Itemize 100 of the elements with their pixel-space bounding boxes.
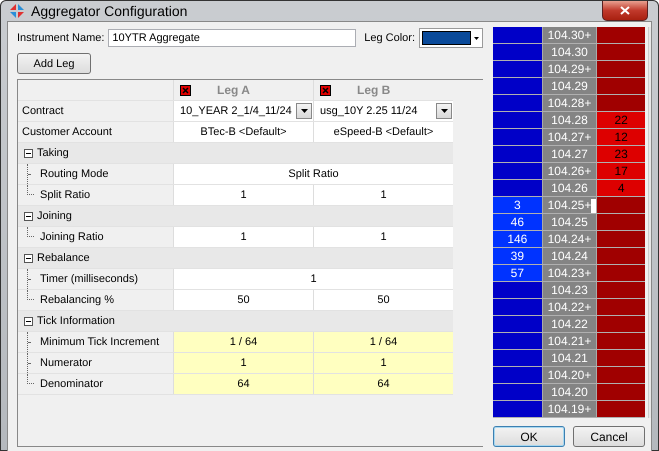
bid-cell[interactable]: 46 bbox=[493, 214, 542, 230]
table-cell[interactable]: 1 bbox=[313, 227, 453, 247]
price-cell[interactable]: 104.24 bbox=[542, 248, 598, 264]
bid-cell[interactable] bbox=[493, 146, 542, 162]
ask-cell[interactable] bbox=[597, 44, 645, 60]
price-cell[interactable]: 104.22+ bbox=[542, 299, 598, 315]
ask-cell[interactable] bbox=[597, 316, 645, 332]
ask-cell[interactable] bbox=[597, 401, 645, 417]
price-cell[interactable]: 104.27 bbox=[542, 146, 598, 162]
price-cell[interactable]: 104.19+ bbox=[542, 401, 598, 417]
close-icon bbox=[620, 6, 630, 15]
bid-cell[interactable] bbox=[493, 282, 542, 298]
close-button[interactable] bbox=[602, 1, 648, 21]
remove-leg-icon[interactable] bbox=[320, 84, 331, 96]
bid-cell[interactable] bbox=[493, 163, 542, 179]
ask-cell[interactable] bbox=[597, 333, 645, 349]
price-cell[interactable]: 104.20 bbox=[542, 384, 598, 400]
ask-cell[interactable] bbox=[597, 299, 645, 315]
price-cell[interactable]: 104.29 bbox=[542, 78, 598, 94]
ask-cell[interactable]: 4 bbox=[597, 180, 645, 196]
add-leg-button[interactable]: Add Leg bbox=[17, 53, 91, 74]
bid-cell[interactable] bbox=[493, 316, 542, 332]
ask-cell[interactable] bbox=[597, 248, 645, 264]
bid-cell[interactable]: 39 bbox=[493, 248, 542, 264]
bid-cell[interactable]: 57 bbox=[493, 265, 542, 281]
ask-cell[interactable] bbox=[597, 197, 645, 213]
ok-button[interactable]: OK bbox=[493, 426, 565, 447]
table-cell[interactable]: 1 / 64 bbox=[173, 332, 313, 352]
bid-cell[interactable] bbox=[493, 333, 542, 349]
bid-cell[interactable] bbox=[493, 78, 542, 94]
contract-dropdown[interactable]: 10_YEAR 2_1/4_11/24 bbox=[173, 101, 313, 121]
price-cell[interactable]: 104.23 bbox=[542, 282, 598, 298]
bid-cell[interactable] bbox=[493, 95, 542, 111]
ask-cell[interactable] bbox=[597, 231, 645, 247]
bid-cell[interactable] bbox=[493, 299, 542, 315]
price-cell[interactable]: 104.21 bbox=[542, 350, 598, 366]
ask-cell[interactable] bbox=[597, 27, 645, 43]
instrument-name-field[interactable]: 10YTR Aggregate bbox=[108, 29, 356, 47]
price-cell[interactable]: 104.22 bbox=[542, 316, 598, 332]
bid-cell[interactable] bbox=[493, 180, 542, 196]
ask-cell[interactable]: 23 bbox=[597, 146, 645, 162]
price-cell[interactable]: 104.24+ bbox=[542, 231, 598, 247]
ask-cell[interactable] bbox=[597, 350, 645, 366]
bid-cell[interactable] bbox=[493, 61, 542, 77]
price-cell[interactable]: 104.28+ bbox=[542, 95, 598, 111]
price-cell[interactable]: 104.27+ bbox=[542, 129, 598, 145]
table-cell[interactable]: Split Ratio bbox=[173, 164, 453, 184]
price-cell[interactable]: 104.25+ bbox=[542, 197, 598, 213]
bid-cell[interactable] bbox=[493, 401, 542, 417]
contract-dropdown[interactable]: usg_10Y 2.25 11/24 bbox=[313, 101, 453, 121]
ask-cell[interactable] bbox=[597, 367, 645, 383]
bid-cell[interactable] bbox=[493, 129, 542, 145]
table-cell[interactable]: 1 bbox=[173, 269, 453, 289]
price-cell[interactable]: 104.30+ bbox=[542, 27, 598, 43]
price-cell[interactable]: 104.26+ bbox=[542, 163, 598, 179]
bid-cell[interactable]: 146 bbox=[493, 231, 542, 247]
price-cell[interactable]: 104.29+ bbox=[542, 61, 598, 77]
table-cell[interactable]: 64 bbox=[313, 374, 453, 394]
ask-cell[interactable] bbox=[597, 265, 645, 281]
cancel-button[interactable]: Cancel bbox=[573, 426, 645, 447]
table-cell[interactable]: 1 bbox=[313, 353, 453, 373]
price-cell[interactable]: 104.28 bbox=[542, 112, 598, 128]
table-cell[interactable]: 50 bbox=[173, 290, 313, 310]
ask-cell[interactable]: 22 bbox=[597, 112, 645, 128]
collapse-toggle[interactable] bbox=[24, 254, 33, 262]
ask-cell[interactable] bbox=[597, 78, 645, 94]
bid-cell[interactable] bbox=[493, 384, 542, 400]
table-cell[interactable]: 1 bbox=[173, 227, 313, 247]
price-cell[interactable]: 104.26 bbox=[542, 180, 598, 196]
bid-cell[interactable] bbox=[493, 27, 542, 43]
ask-cell[interactable] bbox=[597, 214, 645, 230]
ask-cell[interactable] bbox=[597, 384, 645, 400]
price-cell[interactable]: 104.20+ bbox=[542, 367, 598, 383]
table-cell[interactable]: 1 bbox=[173, 353, 313, 373]
table-cell[interactable]: 1 bbox=[173, 185, 313, 205]
table-cell[interactable]: 1 bbox=[313, 185, 453, 205]
ask-cell[interactable]: 17 bbox=[597, 163, 645, 179]
price-cell[interactable]: 104.25 bbox=[542, 214, 598, 230]
ask-cell[interactable] bbox=[597, 95, 645, 111]
table-cell[interactable]: BTec-B <Default> bbox=[173, 122, 313, 142]
ask-cell[interactable] bbox=[597, 282, 645, 298]
bid-cell[interactable] bbox=[493, 367, 542, 383]
table-cell[interactable]: 50 bbox=[313, 290, 453, 310]
bid-cell[interactable] bbox=[493, 112, 542, 128]
table-cell[interactable]: 64 bbox=[173, 374, 313, 394]
collapse-toggle[interactable] bbox=[24, 148, 33, 158]
bid-cell[interactable] bbox=[493, 350, 542, 366]
bid-cell[interactable] bbox=[493, 44, 542, 60]
price-cell[interactable]: 104.23+ bbox=[542, 265, 598, 281]
ask-cell[interactable]: 12 bbox=[597, 129, 645, 145]
price-cell[interactable]: 104.21+ bbox=[542, 333, 598, 349]
leg-color-picker[interactable] bbox=[419, 28, 483, 48]
bid-cell[interactable]: 3 bbox=[493, 197, 542, 213]
ask-cell[interactable] bbox=[597, 61, 645, 77]
remove-leg-icon[interactable] bbox=[180, 84, 191, 96]
table-cell[interactable]: eSpeed-B <Default> bbox=[313, 122, 453, 142]
price-cell[interactable]: 104.30 bbox=[542, 44, 598, 60]
collapse-toggle[interactable] bbox=[24, 316, 33, 326]
table-cell[interactable]: 1 / 64 bbox=[313, 332, 453, 352]
collapse-toggle[interactable] bbox=[24, 212, 33, 220]
